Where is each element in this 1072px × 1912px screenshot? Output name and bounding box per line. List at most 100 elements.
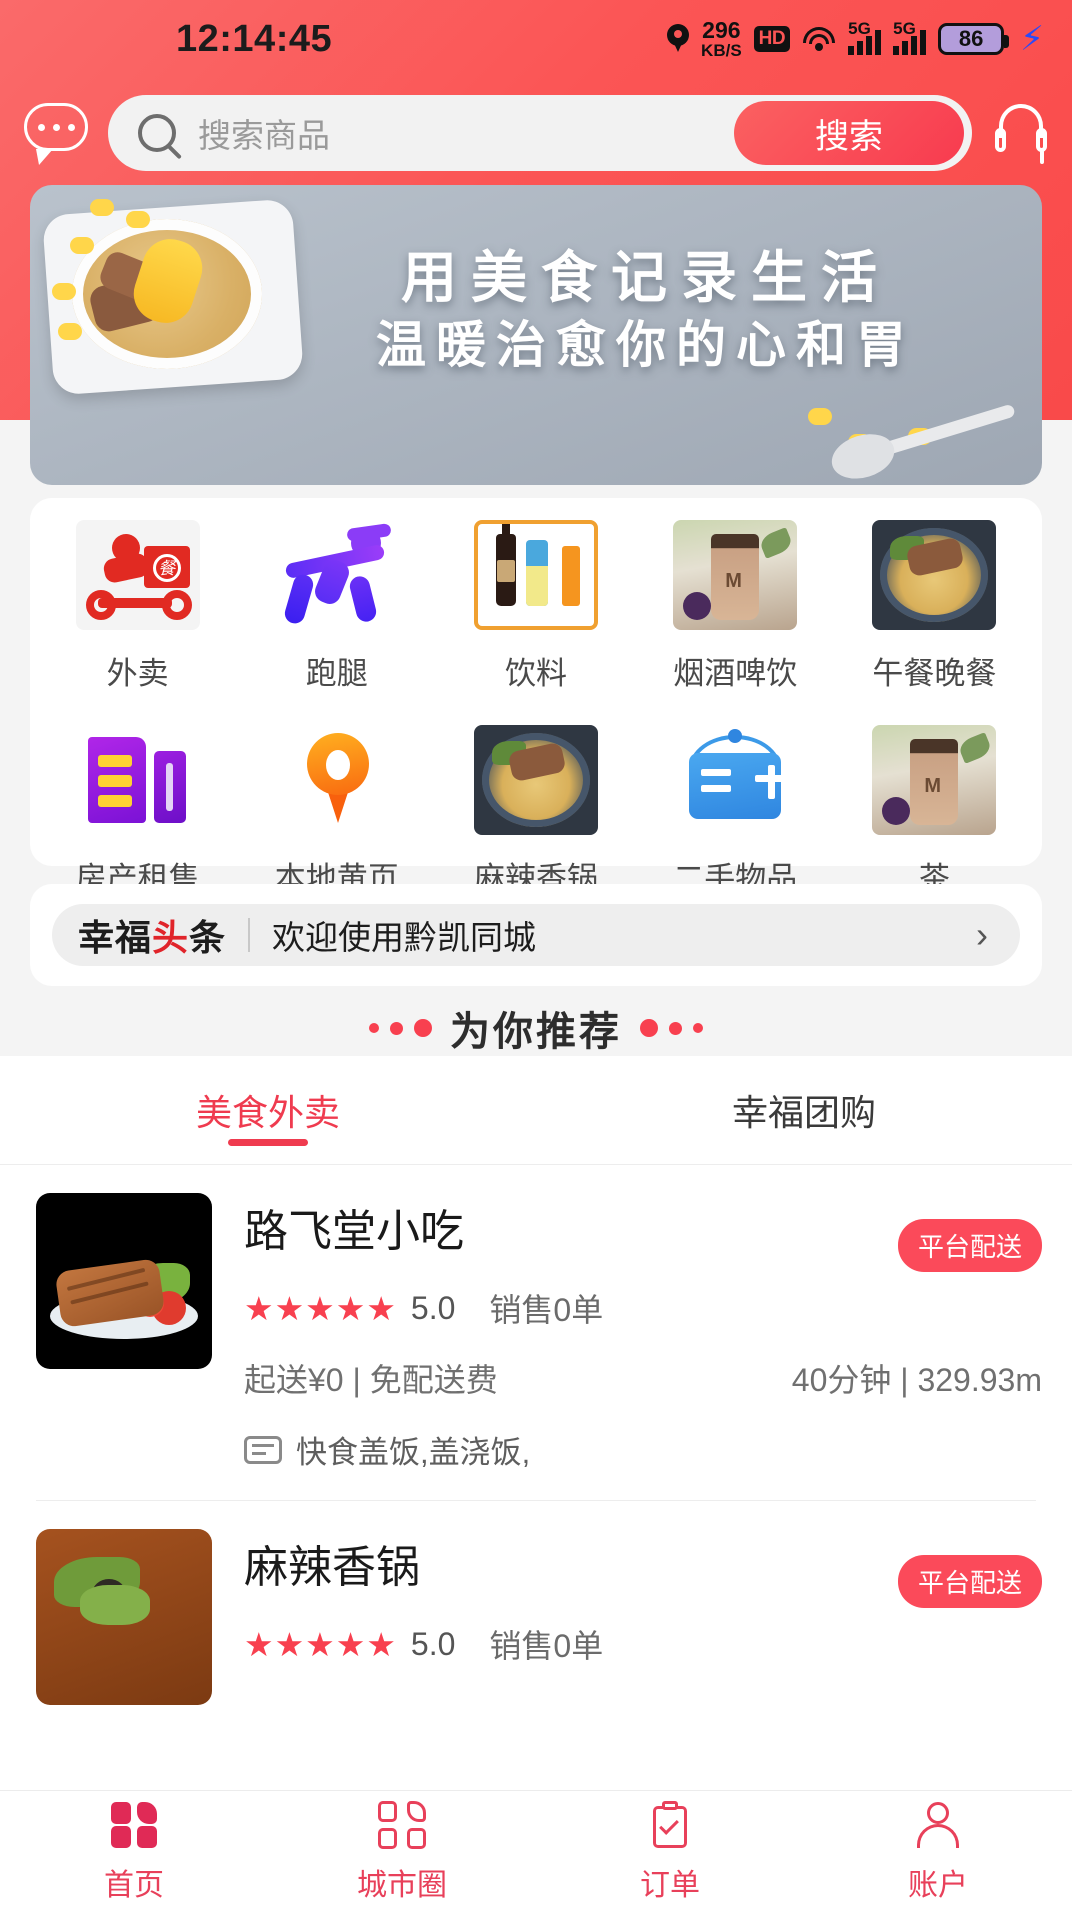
category-item-real-estate[interactable]: 房产租售 xyxy=(38,725,237,898)
nav-item-city-circle[interactable]: 城市圈 xyxy=(268,1791,536,1912)
shop-thumbnail xyxy=(36,1529,212,1705)
building-icon xyxy=(76,725,200,835)
search-input[interactable]: 搜索商品 搜索 xyxy=(108,95,972,171)
banner-corn-kernel xyxy=(52,283,76,300)
news-headline-inner[interactable]: 幸福头条 欢迎使用黔凯同城 › xyxy=(52,904,1020,966)
category-item-alcohol[interactable]: 烟酒啤饮 xyxy=(636,520,835,693)
category-item-yellow-pages[interactable]: 本地黄页 xyxy=(237,725,436,898)
shop-thumbnail xyxy=(36,1193,212,1369)
search-button[interactable]: 搜索 xyxy=(734,101,964,165)
rating-stars: ★★★★★ xyxy=(244,1625,397,1664)
shop-fee-row: 起送¥0 | 免配送费 40分钟 | 329.93m xyxy=(244,1355,1042,1401)
nav-label: 订单 xyxy=(640,1860,700,1904)
status-bar-clock: 12:14:45 xyxy=(176,18,332,61)
news-brand-part-b: 头 xyxy=(152,917,189,958)
shop-rating-row: ★★★★★ 5.0 销售0单 xyxy=(244,1285,1042,1331)
shop-list-section: 美食外卖 幸福团购 路飞堂小吃 平台配送 ★★★★★ 5.0 销售0单 起送¥0… xyxy=(0,1056,1072,1846)
location-pin-icon xyxy=(667,24,689,54)
search-bar-row: 搜索商品 搜索 xyxy=(0,88,1072,178)
category-label: 午餐晚餐 xyxy=(872,648,996,693)
nav-label: 账户 xyxy=(908,1860,968,1904)
category-grid: 餐 外卖 跑腿 饮料 烟酒啤饮 xyxy=(30,498,1042,866)
status-bar-icons: 296 KB/S HD 5G 5G 86 ⚡ xyxy=(667,19,1044,59)
news-brand-part-a: 幸福 xyxy=(78,917,152,958)
delivery-badge: 平台配送 xyxy=(898,1219,1042,1272)
banner-headline-line2: 温暖治愈你的心和胃 xyxy=(286,313,1006,377)
category-item-errand[interactable]: 跑腿 xyxy=(237,520,436,693)
rating-value: 5.0 xyxy=(411,1290,455,1327)
banner-corn-kernel xyxy=(58,323,82,340)
beverage-bottles-icon xyxy=(474,520,598,630)
signal-5g-label-1: 5G xyxy=(848,19,871,39)
news-brand-part-c: 条 xyxy=(189,917,226,958)
category-item-second-hand[interactable]: 二手物品 xyxy=(636,725,835,898)
news-headline-text: 欢迎使用黔凯同城 xyxy=(272,911,954,959)
delivery-scooter-icon: 餐 xyxy=(76,520,200,630)
category-row-1: 餐 外卖 跑腿 饮料 烟酒啤饮 xyxy=(38,520,1034,693)
noodle-bowl-photo-icon xyxy=(872,520,996,630)
search-placeholder: 搜索商品 xyxy=(198,109,734,157)
charging-bolt-icon: ⚡ xyxy=(1020,22,1044,56)
banner-corn-kernel xyxy=(808,408,832,425)
shop-list-item[interactable]: 麻辣香锅 平台配送 ★★★★★ 5.0 销售0单 xyxy=(0,1501,1072,1705)
spicy-pot-photo-icon xyxy=(474,725,598,835)
banner-headline-line1: 用美食记录生活 xyxy=(286,245,1006,313)
rating-value: 5.0 xyxy=(411,1626,455,1663)
wifi-icon xyxy=(802,26,836,52)
customer-service-headset-icon[interactable] xyxy=(994,104,1048,162)
shop-info: 路飞堂小吃 平台配送 ★★★★★ 5.0 销售0单 起送¥0 | 免配送费 40… xyxy=(244,1193,1042,1472)
tab-food-delivery[interactable]: 美食外卖 xyxy=(0,1056,536,1164)
clipboard-check-icon xyxy=(645,1800,695,1850)
news-brand-logo: 幸福头条 xyxy=(78,909,226,961)
tab-group-buy[interactable]: 幸福团购 xyxy=(536,1056,1072,1164)
nav-label: 首页 xyxy=(104,1860,164,1904)
delivery-fee: 起送¥0 | 免配送费 xyxy=(244,1355,498,1401)
message-icon[interactable] xyxy=(24,103,90,163)
delivery-time-distance: 40分钟 | 329.93m xyxy=(792,1355,1042,1401)
rating-stars: ★★★★★ xyxy=(244,1289,397,1328)
signal-5g-icon-1: 5G xyxy=(848,23,881,55)
shop-tags-row: 快食盖饭,盖浇饭, xyxy=(244,1427,1042,1472)
category-item-tea[interactable]: 茶 xyxy=(835,725,1034,898)
shop-rating-row: ★★★★★ 5.0 销售0单 xyxy=(244,1621,1042,1667)
bottom-navigation-bar: 首页 城市圈 订单 账户 xyxy=(0,1790,1072,1912)
chevron-right-icon[interactable]: › xyxy=(976,914,994,956)
tea-photo-icon xyxy=(872,725,996,835)
banner-corn-kernel xyxy=(90,199,114,216)
category-label: 烟酒啤饮 xyxy=(673,648,797,693)
delivery-badge: 平台配送 xyxy=(898,1555,1042,1608)
battery-icon: 86 xyxy=(938,23,1004,55)
sales-count: 销售0单 xyxy=(489,1285,603,1331)
category-item-spicy-pot[interactable]: 麻辣香锅 xyxy=(436,725,635,898)
recommend-title-text: 为你推荐 xyxy=(450,999,622,1057)
nav-item-account[interactable]: 账户 xyxy=(804,1791,1072,1912)
home-grid-icon xyxy=(109,1800,159,1850)
category-label: 外卖 xyxy=(107,648,169,693)
nav-item-home[interactable]: 首页 xyxy=(0,1791,268,1912)
storefront-icon xyxy=(244,1436,282,1464)
shop-info: 麻辣香锅 平台配送 ★★★★★ 5.0 销售0单 xyxy=(244,1529,1042,1705)
user-person-icon xyxy=(913,1800,963,1850)
city-grid-icon xyxy=(377,1800,427,1850)
banner-spoon-image xyxy=(825,384,1022,485)
category-item-takeout[interactable]: 餐 外卖 xyxy=(38,520,237,693)
nav-label: 城市圈 xyxy=(357,1860,447,1904)
category-item-drinks[interactable]: 饮料 xyxy=(436,520,635,693)
network-speed-value: 296 xyxy=(701,19,742,42)
nav-item-orders[interactable]: 订单 xyxy=(536,1791,804,1912)
second-hand-sign-icon xyxy=(673,725,797,835)
hd-voice-icon: HD xyxy=(754,26,790,52)
category-row-2: 房产租售 本地黄页 麻辣香锅 二手物品 茶 xyxy=(38,725,1034,898)
decorative-dots-left xyxy=(369,1019,432,1037)
banner-corn-kernel xyxy=(126,211,150,228)
shop-list-item[interactable]: 路飞堂小吃 平台配送 ★★★★★ 5.0 销售0单 起送¥0 | 免配送费 40… xyxy=(0,1165,1072,1472)
search-icon xyxy=(138,114,176,152)
signal-5g-label-2: 5G xyxy=(893,19,916,39)
banner-corn-kernel xyxy=(70,237,94,254)
network-speed-unit: KB/S xyxy=(701,42,742,59)
promo-banner[interactable]: 用美食记录生活 温暖治愈你的心和胃 xyxy=(30,185,1042,485)
category-label: 饮料 xyxy=(505,648,567,693)
hd-label: HD xyxy=(759,28,785,49)
category-item-lunch-dinner[interactable]: 午餐晚餐 xyxy=(835,520,1034,693)
news-headline-bar[interactable]: 幸福头条 欢迎使用黔凯同城 › xyxy=(30,884,1042,986)
